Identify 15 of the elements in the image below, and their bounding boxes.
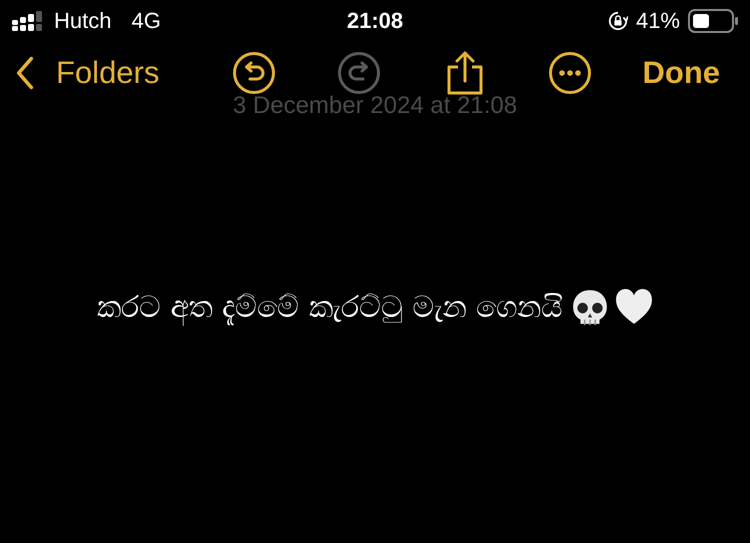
note-text: කරට අත දැම්මේ කැරට්ටු මැන ගෙනයි xyxy=(97,290,563,324)
back-button[interactable]: Folders xyxy=(16,55,160,91)
rotation-lock-icon xyxy=(608,11,628,31)
skull-icon xyxy=(570,288,609,326)
chevron-left-icon xyxy=(16,56,34,90)
note-date: 3 December 2024 at 21:08 xyxy=(232,92,518,120)
network-type: 4G xyxy=(131,8,161,34)
battery-percentage: 41% xyxy=(636,8,680,34)
clock-time: 21:08 xyxy=(346,8,404,34)
heart-icon xyxy=(614,288,653,326)
carrier-name: Hutch xyxy=(54,8,112,34)
undo-button[interactable] xyxy=(232,51,276,95)
battery-icon xyxy=(688,9,738,33)
more-button[interactable] xyxy=(548,51,592,95)
done-button[interactable]: Done xyxy=(642,55,720,91)
